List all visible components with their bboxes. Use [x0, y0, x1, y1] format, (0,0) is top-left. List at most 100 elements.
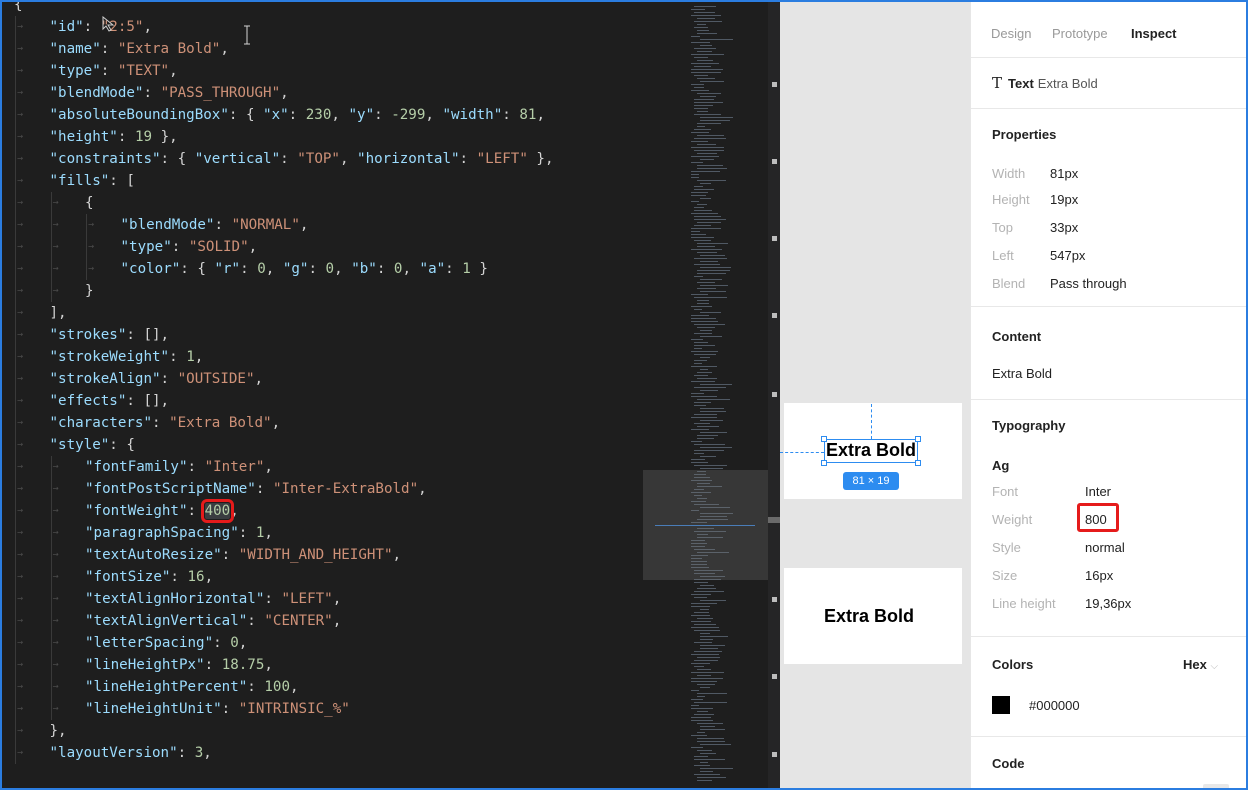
minimap-line — [700, 390, 718, 391]
minimap-line — [694, 624, 716, 625]
code-token: : — [459, 151, 477, 167]
resize-handle[interactable] — [821, 436, 827, 442]
tab-inspect[interactable]: Inspect — [1131, 26, 1177, 41]
color-swatch[interactable] — [992, 696, 1010, 714]
minimap-line — [694, 297, 727, 298]
minimap-line — [697, 135, 724, 136]
code-lines[interactable]: {"id": "2:5","name": "Extra Bold","type"… — [2, 2, 642, 788]
code-line[interactable]: "lineHeightUnit": "INTRINSIC_%" — [14, 698, 350, 720]
code-line[interactable]: ], — [14, 302, 67, 324]
code-token: : — [187, 503, 205, 519]
code-line[interactable]: "type": "SOLID", — [14, 236, 257, 258]
colors-title: Colors — [992, 657, 1034, 672]
code-line[interactable]: "fills": [ — [14, 170, 135, 192]
minimap-line — [691, 603, 717, 604]
tab-prototype[interactable]: Prototype — [1052, 26, 1108, 41]
code-line[interactable]: "effects": [], — [14, 390, 169, 412]
code-line[interactable]: "textAlignHorizontal": "LEFT", — [14, 588, 341, 610]
size-value[interactable]: 16px — [1085, 568, 1113, 583]
design-canvas[interactable]: Extra Bold 81 × 19 Extra Bold — [780, 2, 970, 788]
minimap-line — [691, 672, 724, 673]
minimap-line — [694, 414, 717, 415]
code-line[interactable]: "letterSpacing": 0, — [14, 632, 247, 654]
content-value[interactable]: Extra Bold — [992, 366, 1052, 381]
minimap-line — [691, 201, 699, 202]
code-token: , — [334, 261, 352, 277]
minimap-line — [694, 150, 724, 151]
indent-guide — [50, 258, 86, 280]
resize-handle[interactable] — [821, 460, 827, 466]
left-value[interactable]: 547px — [1050, 248, 1085, 263]
code-token: : — [288, 107, 306, 123]
minimap-line — [694, 387, 726, 388]
code-token: -299 — [391, 107, 426, 123]
indent-guide — [14, 346, 50, 368]
code-line[interactable]: "blendMode": "PASS_THROUGH", — [14, 82, 289, 104]
code-line[interactable]: "strokeAlign": "OUTSIDE", — [14, 368, 263, 390]
code-token: 0 — [230, 635, 239, 651]
tab-design[interactable]: Design — [991, 26, 1031, 41]
color-format-select[interactable]: Hex ⌵ — [1183, 657, 1218, 672]
code-copy-button[interactable] — [1203, 784, 1229, 788]
chevron-down-icon: ⌵ — [1210, 661, 1219, 672]
code-editor[interactable]: {"id": "2:5","name": "Extra Bold","type"… — [2, 2, 780, 788]
code-line[interactable]: } — [14, 280, 94, 302]
code-token: "constraints" — [49, 151, 161, 167]
code-token: : — [374, 107, 392, 123]
code-line[interactable]: "lineHeightPx": 18.75, — [14, 654, 273, 676]
blend-value[interactable]: Pass through — [1050, 276, 1127, 291]
line-height-value[interactable]: 19,36px — [1085, 596, 1131, 611]
minimap-line — [694, 210, 712, 211]
code-line[interactable]: "absoluteBoundingBox": { "x": 230, "y": … — [14, 104, 545, 126]
code-token: "effects" — [49, 393, 127, 409]
minimap-line — [700, 600, 726, 601]
code-line[interactable]: "fontPostScriptName": "Inter-ExtraBold", — [14, 478, 427, 500]
code-line[interactable]: "color": { "r": 0, "g": 0, "b": 0, "a": … — [14, 258, 488, 280]
minimap-line — [697, 738, 724, 739]
width-value[interactable]: 81px — [1050, 166, 1078, 181]
code-line[interactable]: "fontFamily": "Inter", — [14, 456, 273, 478]
code-line[interactable]: "type": "TEXT", — [14, 60, 178, 82]
code-line[interactable]: "blendMode": "NORMAL", — [14, 214, 308, 236]
code-line[interactable]: "layoutVersion": 3, — [14, 742, 212, 764]
resize-handle[interactable] — [915, 436, 921, 442]
minimap-line — [694, 354, 716, 355]
selection-box[interactable] — [824, 439, 918, 463]
code-line[interactable]: "id": "2:5", — [14, 16, 152, 38]
indent-guide — [14, 522, 50, 544]
code-line[interactable]: "lineHeightPercent": 100, — [14, 676, 299, 698]
code-token: : — [177, 745, 195, 761]
color-value[interactable]: #000000 — [1029, 698, 1080, 713]
code-line[interactable]: "characters": "Extra Bold", — [14, 412, 280, 434]
code-line[interactable]: "strokeWeight": 1, — [14, 346, 203, 368]
code-minimap[interactable] — [643, 2, 768, 788]
code-line[interactable]: "fontSize": 16, — [14, 566, 213, 588]
minimap-line — [700, 198, 711, 199]
code-line[interactable]: }, — [14, 720, 67, 742]
code-line[interactable]: "constraints": { "vertical": "TOP", "hor… — [14, 148, 554, 170]
minimap-line — [694, 189, 714, 190]
minimap-line — [697, 693, 727, 694]
minimap-line — [700, 411, 726, 412]
code-line[interactable]: "style": { — [14, 434, 135, 456]
scrollbar-thumb[interactable] — [768, 517, 780, 523]
text-layer[interactable]: Extra Bold — [824, 606, 914, 627]
code-line[interactable]: "fontWeight": 400, — [14, 499, 239, 523]
code-line[interactable]: { — [14, 2, 23, 16]
code-line[interactable]: { — [14, 192, 94, 214]
style-value[interactable]: normal — [1085, 540, 1125, 555]
code-line[interactable]: "name": "Extra Bold", — [14, 38, 229, 60]
minimap-line — [697, 684, 715, 685]
code-line[interactable]: "textAlignVertical": "CENTER", — [14, 610, 341, 632]
code-token: : — [83, 19, 101, 35]
font-value[interactable]: Inter — [1085, 484, 1111, 499]
height-value[interactable]: 19px — [1050, 192, 1078, 207]
code-line[interactable]: "textAutoResize": "WIDTH_AND_HEIGHT", — [14, 544, 401, 566]
code-line[interactable]: "height": 19 }, — [14, 126, 178, 148]
resize-handle[interactable] — [915, 460, 921, 466]
top-value[interactable]: 33px — [1050, 220, 1078, 235]
code-token: , — [425, 107, 443, 123]
code-line[interactable]: "strokes": [], — [14, 324, 169, 346]
minimap-line — [700, 468, 723, 469]
code-line[interactable]: "paragraphSpacing": 1, — [14, 522, 273, 544]
